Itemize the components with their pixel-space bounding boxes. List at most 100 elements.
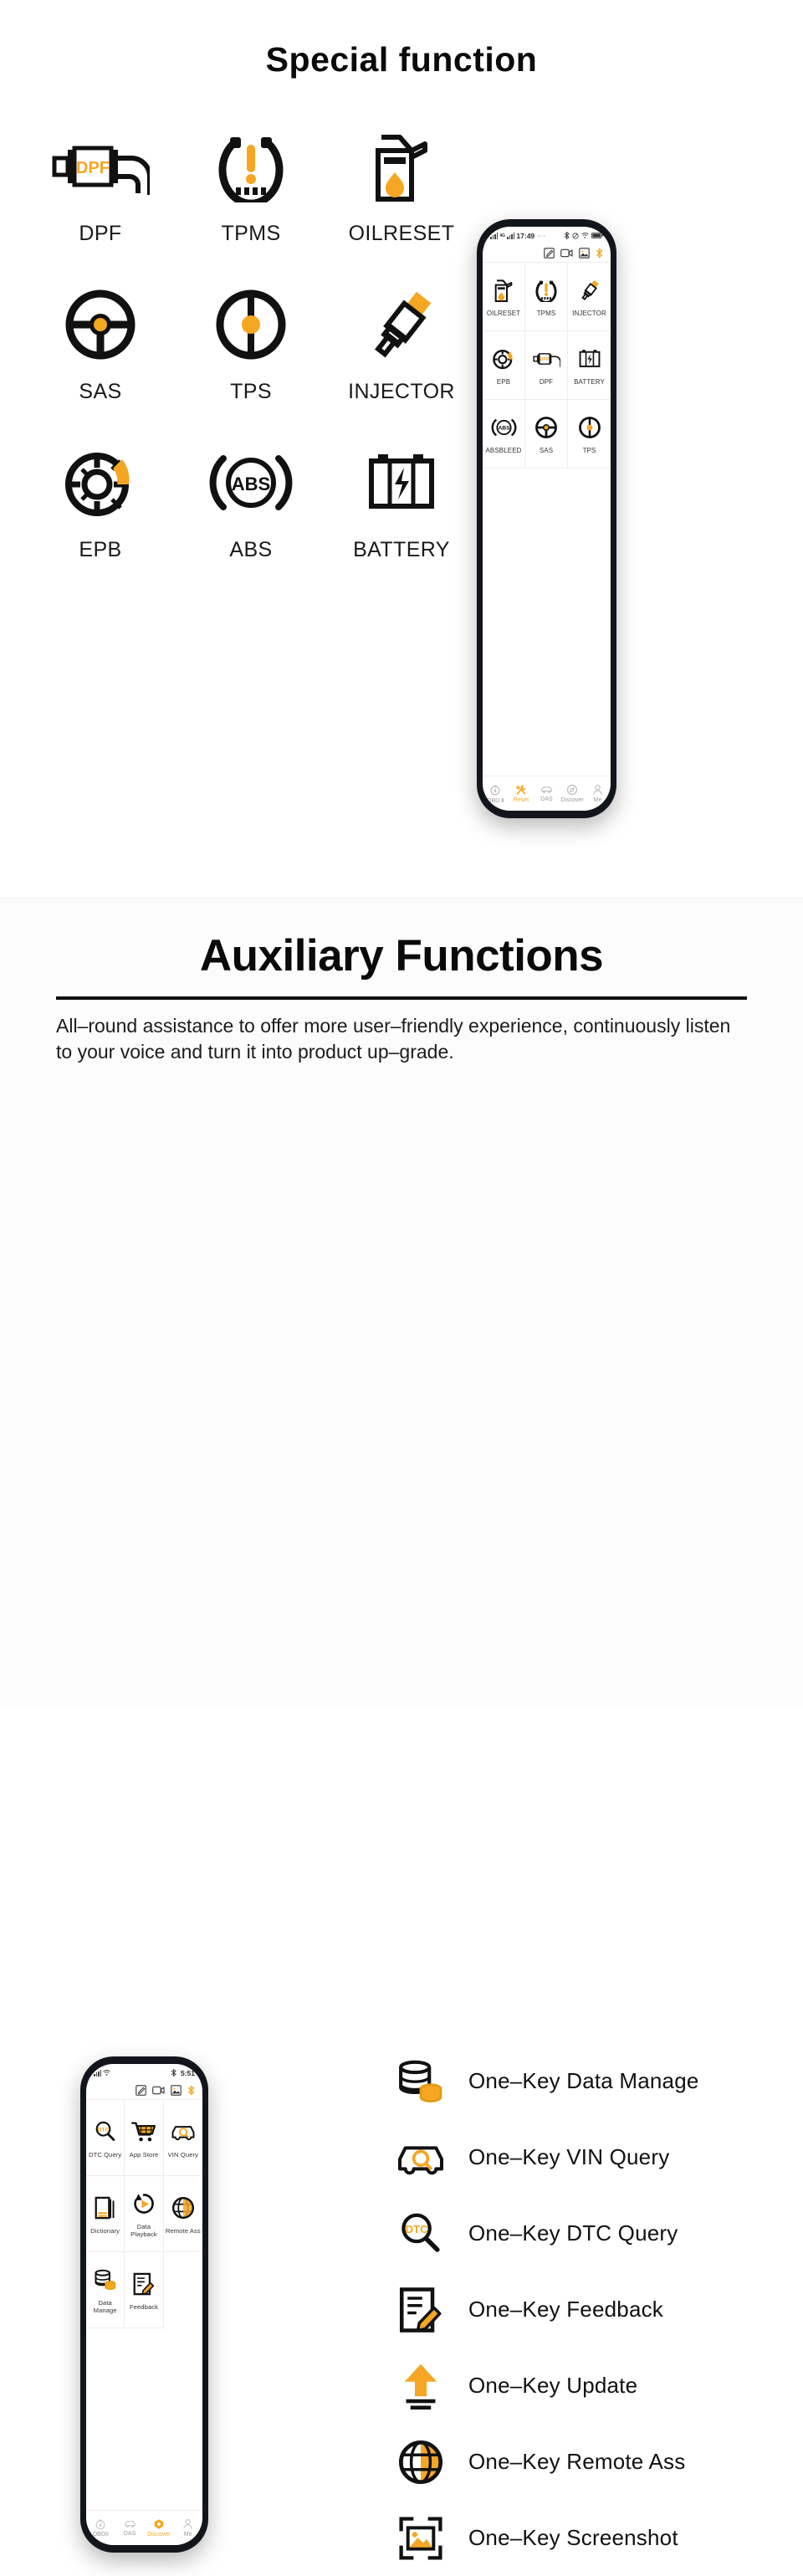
bluetooth-icon [564,232,570,239]
dtc-magnifier-icon: DTC [94,2118,117,2146]
phone-action-bar [86,2082,202,2100]
nav-label: OBDII [92,2532,109,2538]
app-cell-tpms[interactable]: TPMS [525,263,568,331]
function-item-tps[interactable]: TPS [176,281,326,404]
user-icon [593,785,602,795]
nav-item-das[interactable]: DAS [115,2511,145,2545]
function-item-tpms[interactable]: TPMS [176,123,326,246]
function-item-injector[interactable]: INJECTOR [326,281,477,404]
app-cell-oilreset[interactable]: OILRESET [483,263,525,331]
app-cell-absbleed[interactable]: ABS ABSBLEED [483,400,525,469]
auxiliary-app-grid: DTC DTC Query App Store VIN Query Dictio… [86,2100,202,2328]
update-arrow-icon [395,2360,447,2412]
phone-screen: 4G 17:49 ··· OILRESET TPMS INJECTOR EPB … [483,227,611,811]
nav-label: DAS [123,2531,136,2537]
nav-label: Discover [560,797,584,803]
app-cell-remote-ass[interactable]: Remote Ass [163,2176,202,2252]
feature-item-feedback[interactable]: One–Key Feedback [395,2271,780,2348]
video-icon[interactable] [560,248,573,258]
auxiliary-functions-section: Auxiliary Functions All–round assistance… [0,898,803,2560]
nav-label: Me [183,2532,192,2538]
function-app-grid: OILRESET TPMS INJECTOR EPB DPF DPF BATTE… [483,263,611,469]
app-cell-sas[interactable]: SAS [525,400,568,469]
shopping-cart-icon [130,2118,156,2146]
feature-item-remote-ass[interactable]: One–Key Remote Ass [395,2424,780,2500]
feature-label: One–Key Update [468,2373,638,2398]
function-item-dpf[interactable]: DPF DPF [25,123,176,246]
battery-icon [347,439,456,526]
nav-item-reset[interactable]: Reset [509,776,534,811]
nav-item-me[interactable]: Me [585,776,611,811]
feature-item-update[interactable]: One–Key Update [395,2348,780,2424]
feature-label: One–Key DTC Query [468,2220,678,2246]
feature-label: One–Key Remote Ass [468,2449,686,2474]
function-label: TPS [230,380,272,403]
function-label: EPB [79,538,122,561]
abs-brake-icon: ABS [491,413,517,442]
compass-icon [567,785,578,795]
function-label: DPF [79,222,122,245]
app-cell-vin-query[interactable]: VIN Query [163,2100,202,2176]
feature-item-screenshot[interactable]: One–Key Screenshot [395,2500,780,2576]
screenshot-icon [395,2512,447,2564]
nav-item-me[interactable]: Me [173,2511,202,2545]
nav-label: DAS [540,796,553,802]
signal-icon [94,2070,111,2077]
app-label: Remote Ass [165,2226,201,2235]
app-cell-data-manage[interactable]: Data Manage [86,2252,125,2328]
bluetooth-icon[interactable] [596,248,603,259]
nav-label: Me [593,797,602,803]
steering-wheel-icon [46,281,155,368]
screenshot-icon[interactable] [171,2085,182,2096]
svg-text:DTC: DTC [97,2127,109,2133]
feature-item-vin-query[interactable]: One–Key VIN Query [395,2119,780,2195]
special-function-body: DPF DPF TPMS OILRESET SAS TPS INJECTOR E… [0,123,803,562]
app-cell-app-store[interactable]: App Store [125,2100,164,2176]
function-item-abs[interactable]: ABS ABS [176,439,326,562]
app-cell-dtc-query[interactable]: DTC DTC Query [86,2100,125,2176]
function-item-epb[interactable]: EPB [25,439,176,562]
app-cell-epb[interactable]: EPB [483,331,525,400]
app-cell-dictionary[interactable]: Dictionary [86,2176,125,2252]
app-cell-injector[interactable]: INJECTOR [568,263,611,331]
nav-label: Reset [513,797,529,803]
function-item-battery[interactable]: BATTERY [326,439,477,562]
status-time: 17:49 [516,231,535,240]
feedback-icon[interactable] [544,248,555,259]
app-cell-battery[interactable]: BATTERY [568,331,611,400]
nav-item-discover[interactable]: Discover [145,2511,174,2545]
electronic-parking-brake-icon [492,345,515,373]
feature-item-data-manage[interactable]: One–Key Data Manage [395,2043,780,2119]
feature-item-dtc-query[interactable]: DTC One–Key DTC Query [395,2195,780,2271]
status-right-icons [564,232,603,239]
svg-text:DTC: DTC [406,2223,429,2235]
function-label: SAS [79,380,122,403]
nav-item-obdii[interactable]: OBDII [86,2511,115,2545]
app-cell-feedback[interactable]: Feedback [125,2252,164,2328]
function-item-sas[interactable]: SAS [25,281,176,404]
feedback-icon[interactable] [136,2085,146,2096]
dpf-filter-icon: DPF [46,123,155,210]
special-function-section: Special function DPF DPF TPMS OILRESET S… [0,0,803,898]
function-item-oilreset[interactable]: OILRESET [326,123,477,246]
app-cell-data-playback[interactable]: Data Playback [125,2176,164,2252]
app-cell-dpf[interactable]: DPF DPF [525,331,568,400]
app-label: INJECTOR [572,310,606,317]
svg-text:DPF: DPF [76,159,110,177]
app-label: SAS [539,447,554,454]
phone-mockup-auxiliary: 5:51 DTC DTC Query App Store VIN Query D… [80,2056,208,2553]
function-label: ABS [229,538,273,561]
screenshot-icon[interactable] [579,248,590,259]
battery-icon [578,345,601,373]
nav-item-das[interactable]: DAS [534,776,560,811]
bluetooth-icon[interactable] [187,2085,195,2096]
nav-item-obd[interactable]: OBD Ⅱ [483,776,509,811]
nav-item-discover[interactable]: Discover [560,776,586,811]
svg-text:ABS: ABS [498,426,510,432]
tire-pressure-icon [534,276,558,305]
video-icon[interactable] [152,2086,165,2095]
app-cell-tps[interactable]: TPS [568,400,611,469]
feedback-icon [133,2270,155,2298]
globe-icon [171,2194,195,2222]
nav-label: OBD Ⅱ [487,797,504,804]
